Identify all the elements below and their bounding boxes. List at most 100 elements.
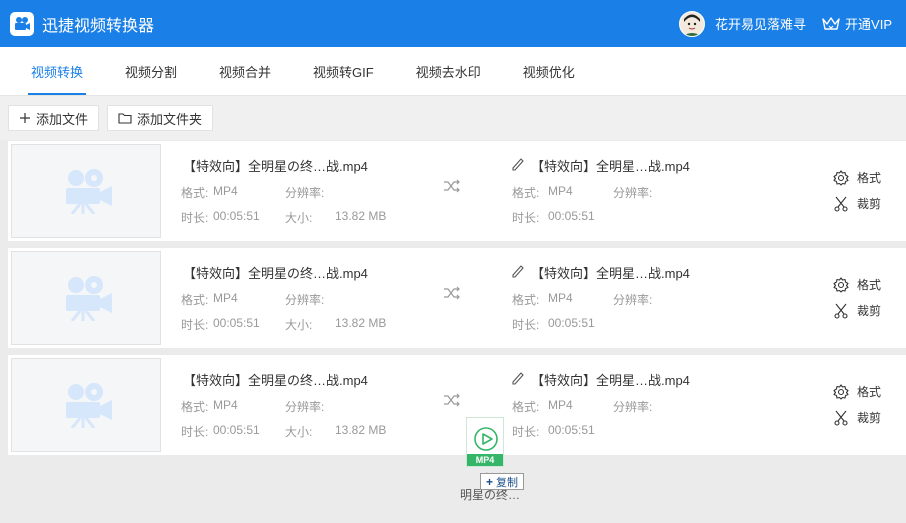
video-camera-icon	[66, 276, 112, 321]
format-label: 格式:	[512, 186, 540, 200]
username[interactable]: 花开易见落难寻	[715, 14, 806, 33]
format-action-label: 格式	[857, 171, 882, 185]
tab-bar: 视频转换 视频分割 视频合并 视频转GIF 视频去水印 视频优化	[0, 47, 906, 96]
shuffle-icon	[443, 286, 461, 303]
tab-remove-watermark[interactable]: 视频去水印	[399, 47, 498, 95]
vip-button[interactable]: 开通VIP	[822, 14, 892, 33]
duration-label: 时长:	[512, 318, 540, 332]
output-format-value: MP4	[548, 291, 573, 305]
toolbar: 添加文件 添加文件夹	[0, 96, 906, 140]
gear-icon	[833, 169, 849, 186]
format-label: 格式:	[181, 293, 209, 307]
format-settings-button[interactable]: 格式	[833, 276, 881, 293]
drag-ghost: MP4 【特效 明星の终… + 复制	[450, 417, 540, 507]
edit-output-name-icon[interactable]	[512, 157, 524, 174]
duration-label: 时长:	[181, 211, 209, 225]
video-thumbnail	[11, 251, 161, 345]
source-file-name: 【特效向】全明星の终…战.mp4	[183, 373, 368, 388]
tab-video-optimize[interactable]: 视频优化	[506, 47, 592, 95]
gear-icon	[833, 276, 849, 293]
output-format-value: MP4	[548, 184, 573, 198]
video-thumbnail	[11, 358, 161, 452]
resolution-label: 分辨率:	[285, 293, 325, 307]
source-file-name: 【特效向】全明星の终…战.mp4	[183, 159, 368, 174]
scissors-icon	[834, 303, 848, 319]
resolution-label: 分辨率:	[285, 186, 325, 200]
format-action-label: 格式	[857, 278, 882, 292]
play-icon	[474, 427, 498, 451]
output-file-name: 【特效向】全明星…战.mp4	[531, 266, 690, 281]
plus-icon	[19, 112, 31, 124]
source-size-value: 13.82 MB	[335, 423, 387, 437]
size-label: 大小:	[285, 211, 313, 225]
duration-label: 时长:	[512, 211, 540, 225]
resolution-label: 分辨率:	[613, 400, 653, 414]
format-label: 格式:	[181, 400, 209, 414]
plus-icon: +	[486, 474, 494, 489]
file-row[interactable]: 【特效向】全明星の终…战.mp4 格式: MP4 分辨率: 时长: 00:05:…	[8, 141, 906, 241]
copy-drop-badge: + 复制	[480, 473, 525, 490]
add-file-button[interactable]: 添加文件	[8, 105, 100, 131]
source-size-value: 13.82 MB	[335, 209, 387, 223]
crop-button[interactable]: 裁剪	[833, 302, 881, 319]
duration-label: 时长:	[181, 425, 209, 439]
output-duration-value: 00:05:51	[548, 423, 595, 437]
tab-video-convert[interactable]: 视频转换	[14, 47, 100, 95]
vip-label: 开通VIP	[845, 17, 892, 32]
resolution-label: 分辨率:	[613, 186, 653, 200]
gear-icon	[833, 383, 849, 400]
tab-video-split[interactable]: 视频分割	[108, 47, 194, 95]
format-label: 格式:	[512, 293, 540, 307]
source-format-value: MP4	[213, 291, 238, 305]
source-format-value: MP4	[213, 184, 238, 198]
source-format-value: MP4	[213, 398, 238, 412]
shuffle-icon	[443, 393, 461, 410]
source-size-value: 13.82 MB	[335, 316, 387, 330]
size-label: 大小:	[285, 318, 313, 332]
output-format-value: MP4	[548, 398, 573, 412]
app-title: 迅捷视频转换器	[42, 17, 155, 35]
mp4-file-icon: MP4	[466, 417, 504, 467]
add-file-label: 添加文件	[36, 111, 89, 127]
scissors-icon	[834, 410, 848, 426]
add-folder-button[interactable]: 添加文件夹	[107, 105, 214, 131]
size-label: 大小:	[285, 425, 313, 439]
resolution-label: 分辨率:	[285, 400, 325, 414]
avatar[interactable]	[679, 10, 706, 37]
edit-output-name-icon[interactable]	[512, 264, 524, 281]
tab-video-merge[interactable]: 视频合并	[202, 47, 288, 95]
crop-button[interactable]: 裁剪	[833, 409, 881, 426]
file-list: 【特效向】全明星の终…战.mp4 格式: MP4 分辨率: 时长: 00:05:…	[8, 141, 906, 462]
crown-icon	[822, 16, 840, 30]
resolution-label: 分辨率:	[613, 293, 653, 307]
output-file-name: 【特效向】全明星…战.mp4	[531, 373, 690, 388]
source-duration-value: 00:05:51	[213, 316, 260, 330]
format-label: 格式:	[181, 186, 209, 200]
output-duration-value: 00:05:51	[548, 316, 595, 330]
crop-action-label: 裁剪	[857, 304, 882, 318]
crop-button[interactable]: 裁剪	[833, 195, 881, 212]
video-camera-icon	[66, 383, 112, 428]
output-file-name: 【特效向】全明星…战.mp4	[531, 159, 690, 174]
file-row[interactable]: 【特效向】全明星の终…战.mp4 格式: MP4 分辨率: 时长: 00:05:…	[8, 248, 906, 348]
tab-video-to-gif[interactable]: 视频转GIF	[296, 47, 391, 95]
copy-label: 复制	[496, 476, 519, 489]
format-label: 格式:	[512, 400, 540, 414]
crop-action-label: 裁剪	[857, 197, 882, 211]
video-thumbnail	[11, 144, 161, 238]
crop-action-label: 裁剪	[857, 411, 882, 425]
mp4-file-tag: MP4	[467, 454, 503, 466]
shuffle-icon	[443, 179, 461, 196]
format-settings-button[interactable]: 格式	[833, 169, 881, 186]
camera-logo-icon	[10, 11, 34, 36]
source-duration-value: 00:05:51	[213, 209, 260, 223]
title-bar: 迅捷视频转换器 花开易见落难寻 开通VIP	[0, 0, 906, 47]
source-file-name: 【特效向】全明星の终…战.mp4	[183, 266, 368, 281]
add-folder-label: 添加文件夹	[137, 111, 203, 127]
edit-output-name-icon[interactable]	[512, 371, 524, 388]
duration-label: 时长:	[181, 318, 209, 332]
video-camera-icon	[66, 169, 112, 214]
source-duration-value: 00:05:51	[213, 423, 260, 437]
format-settings-button[interactable]: 格式	[833, 383, 881, 400]
format-action-label: 格式	[857, 385, 882, 399]
